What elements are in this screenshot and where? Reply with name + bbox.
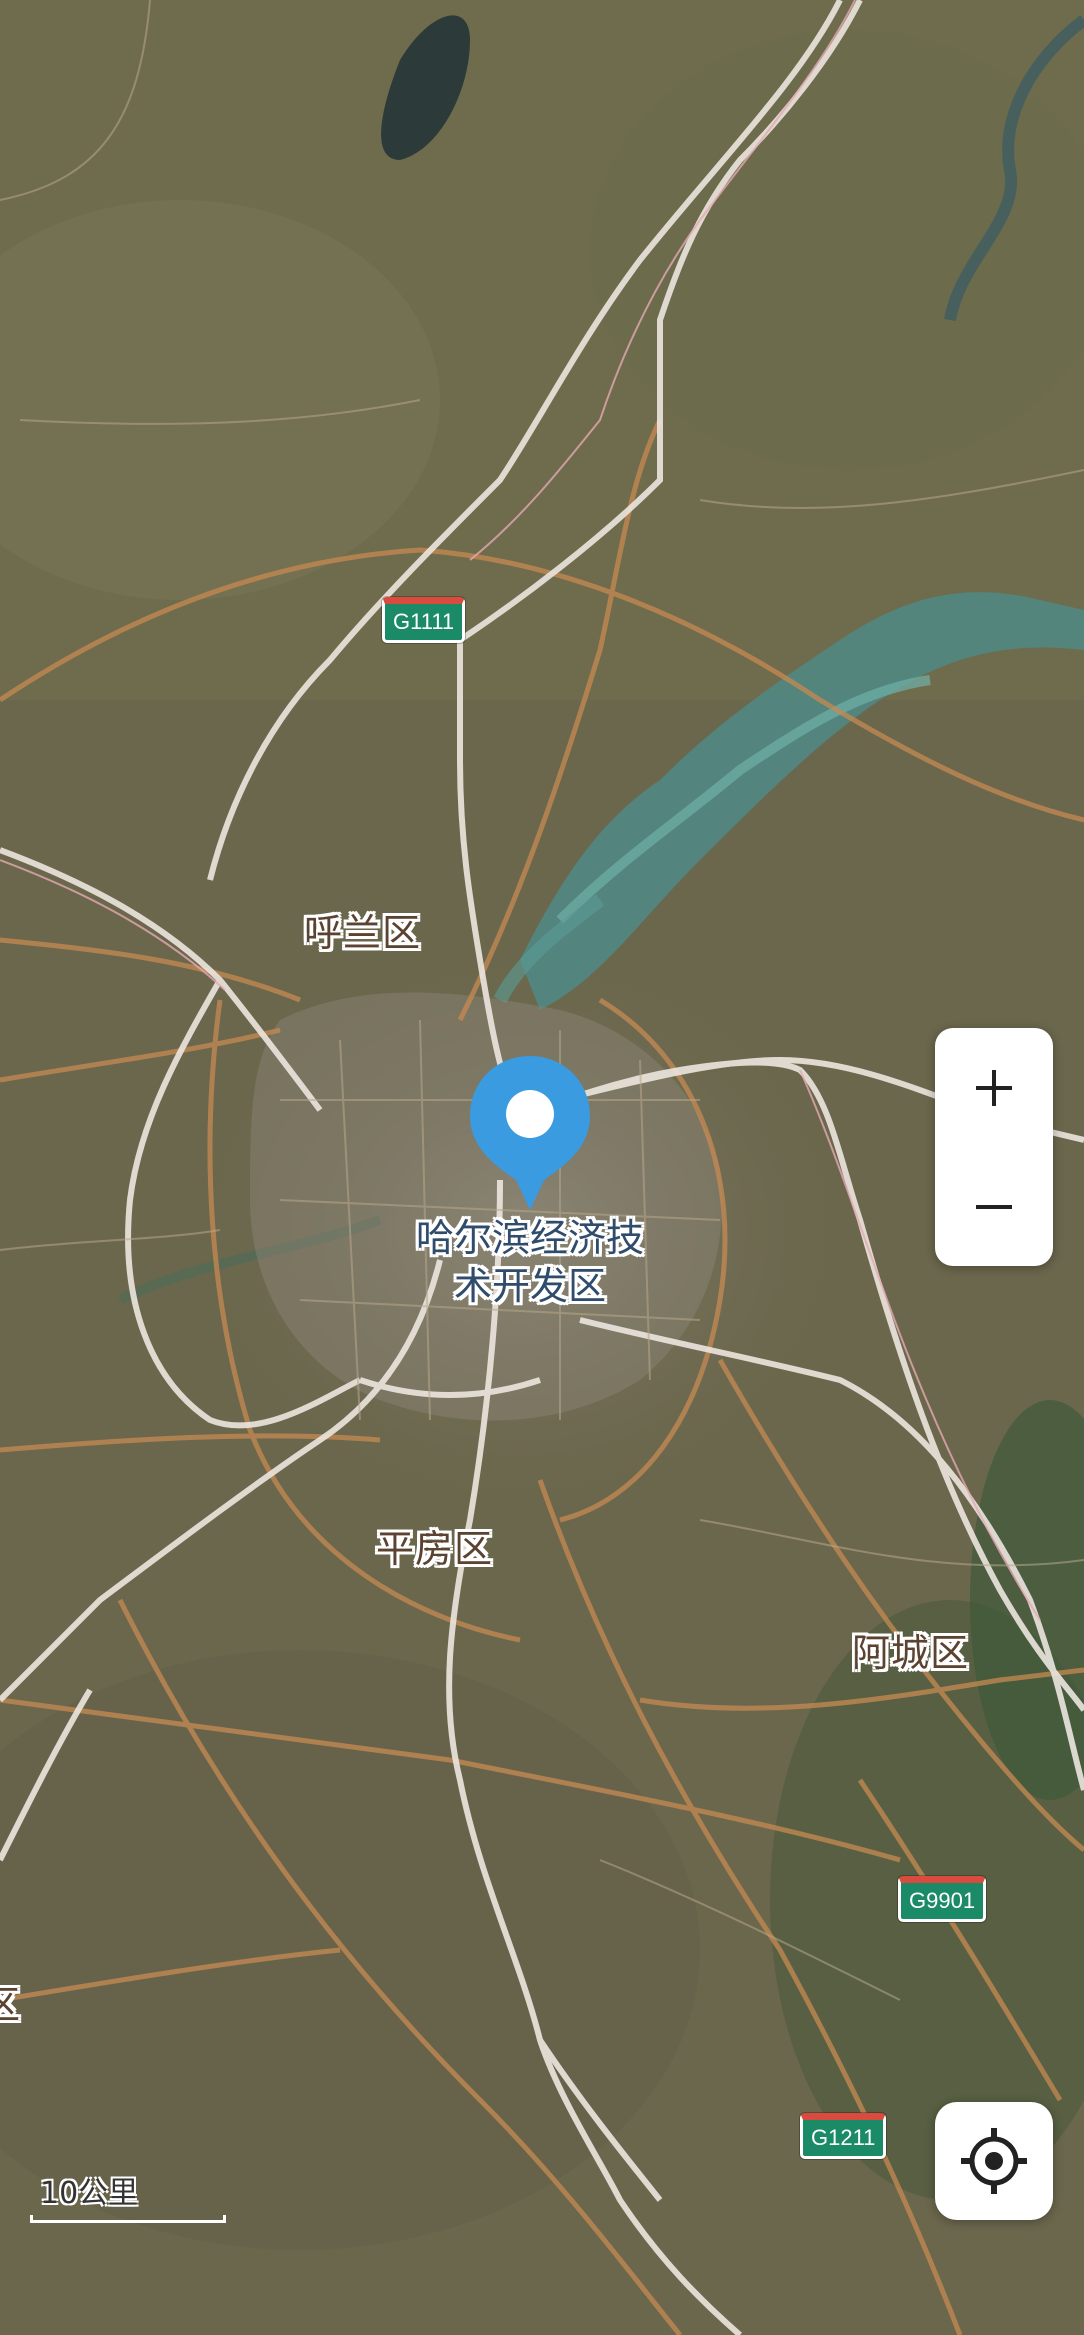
plus-icon <box>976 1069 1012 1106</box>
scale-line <box>30 2215 226 2223</box>
highway-shield-g9901: G9901 <box>898 1876 987 1922</box>
minus-icon <box>976 1204 1012 1209</box>
poi-label-line1: 哈尔滨经济技 <box>415 1216 644 1260</box>
crosshair-icon <box>961 2128 1027 2194</box>
locate-me-button[interactable] <box>935 2102 1053 2220</box>
map-view[interactable]: 呼兰区 平房区 阿城区 区 G1111 G9901 G1211 哈尔滨经济技 术… <box>0 0 1084 2335</box>
zoom-in-button[interactable] <box>935 1028 1053 1147</box>
district-label-edge[interactable]: 区 <box>0 1982 21 2028</box>
zoom-out-button[interactable] <box>935 1147 1053 1266</box>
scale-label: 10公里 <box>40 2176 139 2211</box>
poi-label[interactable]: 哈尔滨经济技 术开发区 <box>404 1214 656 1310</box>
location-pin-icon[interactable] <box>460 1050 600 1220</box>
highway-shield-g1211: G1211 <box>800 2113 887 2159</box>
district-label-acheng[interactable]: 阿城区 <box>852 1630 969 1676</box>
highway-shield-g1111: G1111 <box>382 597 466 643</box>
zoom-control <box>935 1028 1053 1266</box>
district-label-hulan[interactable]: 呼兰区 <box>304 910 421 956</box>
poi-label-line2: 术开发区 <box>453 1264 606 1308</box>
district-label-pingfang[interactable]: 平房区 <box>376 1526 493 1572</box>
scale-bar: 10公里 <box>30 2175 226 2227</box>
